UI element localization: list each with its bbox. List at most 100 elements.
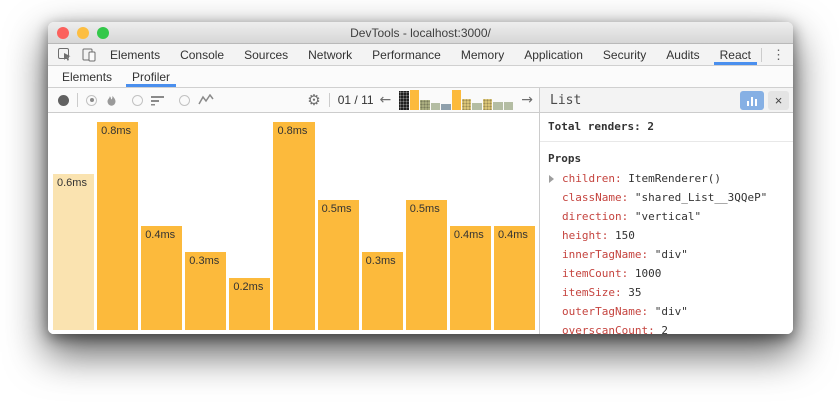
commit-bar[interactable]: 0.5ms <box>406 200 447 330</box>
commit-bar-label: 0.2ms <box>233 281 263 293</box>
render-chart-button[interactable] <box>740 91 764 110</box>
snapshot-mini-bar[interactable] <box>493 102 502 110</box>
inspect-element-icon[interactable] <box>58 48 72 62</box>
interactions-chart-icon[interactable] <box>198 94 214 106</box>
details-panel-body: Total renders: 2 Props children: ItemRen… <box>540 113 793 334</box>
divider <box>329 93 330 107</box>
tab-elements[interactable]: Elements <box>100 44 170 65</box>
commit-bar-label: 0.4ms <box>145 229 175 241</box>
minimize-window-button[interactable] <box>77 27 89 39</box>
commit-bar-label: 0.3ms <box>189 255 219 267</box>
component-name: List <box>550 93 581 108</box>
commit-bar[interactable]: 0.3ms <box>185 252 226 330</box>
close-icon: × <box>775 93 783 108</box>
tab-audits[interactable]: Audits <box>656 44 709 65</box>
total-renders: Total renders: 2 <box>540 113 793 142</box>
prop-value: 150 <box>608 229 635 242</box>
props-section-title: Props <box>540 142 793 169</box>
commit-bar[interactable]: 0.6ms <box>53 174 94 330</box>
prop-key: children: <box>562 172 622 185</box>
react-subtabs: ElementsProfiler <box>48 66 793 88</box>
ranked-chart-icon[interactable] <box>151 94 165 106</box>
commit-bar[interactable]: 0.3ms <box>362 252 403 330</box>
device-toolbar-icon[interactable] <box>82 48 96 62</box>
snapshot-mini-bar[interactable] <box>420 100 429 110</box>
tab-performance[interactable]: Performance <box>362 44 451 65</box>
commit-bar[interactable]: 0.2ms <box>229 278 270 330</box>
snapshot-mini-bar[interactable] <box>441 104 450 110</box>
prop-row-itemCount[interactable]: itemCount: 1000 <box>540 264 793 283</box>
prop-row-innerTagName[interactable]: innerTagName: "div" <box>540 245 793 264</box>
commit-bar-label: 0.6ms <box>57 177 87 189</box>
commit-bar-label: 0.8ms <box>101 125 131 137</box>
commit-bar-label: 0.8ms <box>277 125 307 137</box>
bar-chart-icon <box>747 101 749 106</box>
traffic-lights <box>57 27 109 39</box>
prop-key: overscanCount: <box>562 324 655 334</box>
prop-value: 1000 <box>628 267 661 280</box>
prop-row-className[interactable]: className: "shared_List__3QQeP" <box>540 188 793 207</box>
profiler-pane: ⚙ 01 / 11 ← → 0.6ms0.8ms0.4ms0.3ms0.2ms0… <box>48 88 540 334</box>
tab-console[interactable]: Console <box>170 44 234 65</box>
tab-memory[interactable]: Memory <box>451 44 514 65</box>
divider <box>77 93 78 107</box>
snapshot-mini-bar[interactable] <box>452 90 461 110</box>
bar-chart-icon <box>755 99 757 106</box>
commit-bar[interactable]: 0.8ms <box>273 122 314 330</box>
commit-bar[interactable]: 0.8ms <box>97 122 138 330</box>
tab-security[interactable]: Security <box>593 44 656 65</box>
prop-row-itemSize[interactable]: itemSize: 35 <box>540 283 793 302</box>
snapshot-mini-bar[interactable] <box>483 99 492 110</box>
tab-react[interactable]: React <box>710 44 761 65</box>
prop-row-overscanCount[interactable]: overscanCount: 2 <box>540 321 793 334</box>
prop-row-children[interactable]: children: ItemRenderer() <box>540 169 793 188</box>
prop-value: 35 <box>622 286 642 299</box>
titlebar[interactable]: DevTools - localhost:3000/ <box>48 22 793 44</box>
commit-bar[interactable]: 0.4ms <box>494 226 535 330</box>
profiler-toolbar: ⚙ 01 / 11 ← → <box>48 88 539 113</box>
tab-application[interactable]: Application <box>514 44 593 65</box>
subtab-elements[interactable]: Elements <box>52 66 122 87</box>
commit-bar[interactable]: 0.4ms <box>450 226 491 330</box>
commit-bar[interactable]: 0.4ms <box>141 226 182 330</box>
tab-network[interactable]: Network <box>298 44 362 65</box>
commit-bar-label: 0.5ms <box>322 203 352 215</box>
snapshot-mini-bar[interactable] <box>504 102 513 110</box>
settings-gear-icon[interactable]: ⚙ <box>307 93 320 108</box>
total-renders-label: Total renders: <box>548 120 641 133</box>
prop-value: "vertical" <box>628 210 701 223</box>
snapshot-mini-bar[interactable] <box>462 99 471 110</box>
expand-triangle-icon[interactable] <box>549 175 554 183</box>
subtab-profiler[interactable]: Profiler <box>122 66 180 87</box>
commit-bar-label: 0.3ms <box>366 255 396 267</box>
more-options-icon[interactable]: ⋮ <box>772 50 785 60</box>
snapshot-selector[interactable] <box>399 90 513 110</box>
commit-bar[interactable]: 0.5ms <box>318 200 359 330</box>
snapshot-mini-bar[interactable] <box>410 90 419 110</box>
close-panel-button[interactable]: × <box>768 91 789 110</box>
interactions-radio[interactable] <box>179 95 190 106</box>
commit-chart: 0.6ms 0.8ms 0.4ms 0.3ms 0.2ms 0.8ms 0.5ms 0.3ms… <box>48 113 539 334</box>
snapshot-mini-bar-selected[interactable] <box>399 91 408 110</box>
details-panel-header: List × <box>540 88 793 113</box>
tab-sources[interactable]: Sources <box>234 44 298 65</box>
window-title: DevTools - localhost:3000/ <box>350 26 491 40</box>
next-snapshot-icon[interactable]: → <box>521 93 533 107</box>
zoom-window-button[interactable] <box>97 27 109 39</box>
prop-row-outerTagName[interactable]: outerTagName: "div" <box>540 302 793 321</box>
prop-key: className: <box>562 191 628 204</box>
snapshot-mini-bar[interactable] <box>431 103 440 110</box>
close-window-button[interactable] <box>57 27 69 39</box>
prop-row-height[interactable]: height: 150 <box>540 226 793 245</box>
prop-key: outerTagName: <box>562 305 648 318</box>
prop-row-direction[interactable]: direction: "vertical" <box>540 207 793 226</box>
ranked-radio[interactable] <box>132 95 143 106</box>
record-button[interactable] <box>58 95 69 106</box>
previous-snapshot-icon[interactable]: ← <box>380 93 392 107</box>
snapshot-mini-bar[interactable] <box>472 103 481 110</box>
flamegraph-icon[interactable] <box>105 93 118 107</box>
devtools-tabbar: ElementsConsoleSourcesNetworkPerformance… <box>48 44 793 66</box>
commit-bar-label: 0.4ms <box>498 229 528 241</box>
prop-key: itemSize: <box>562 286 622 299</box>
flamegraph-radio[interactable] <box>86 95 97 106</box>
